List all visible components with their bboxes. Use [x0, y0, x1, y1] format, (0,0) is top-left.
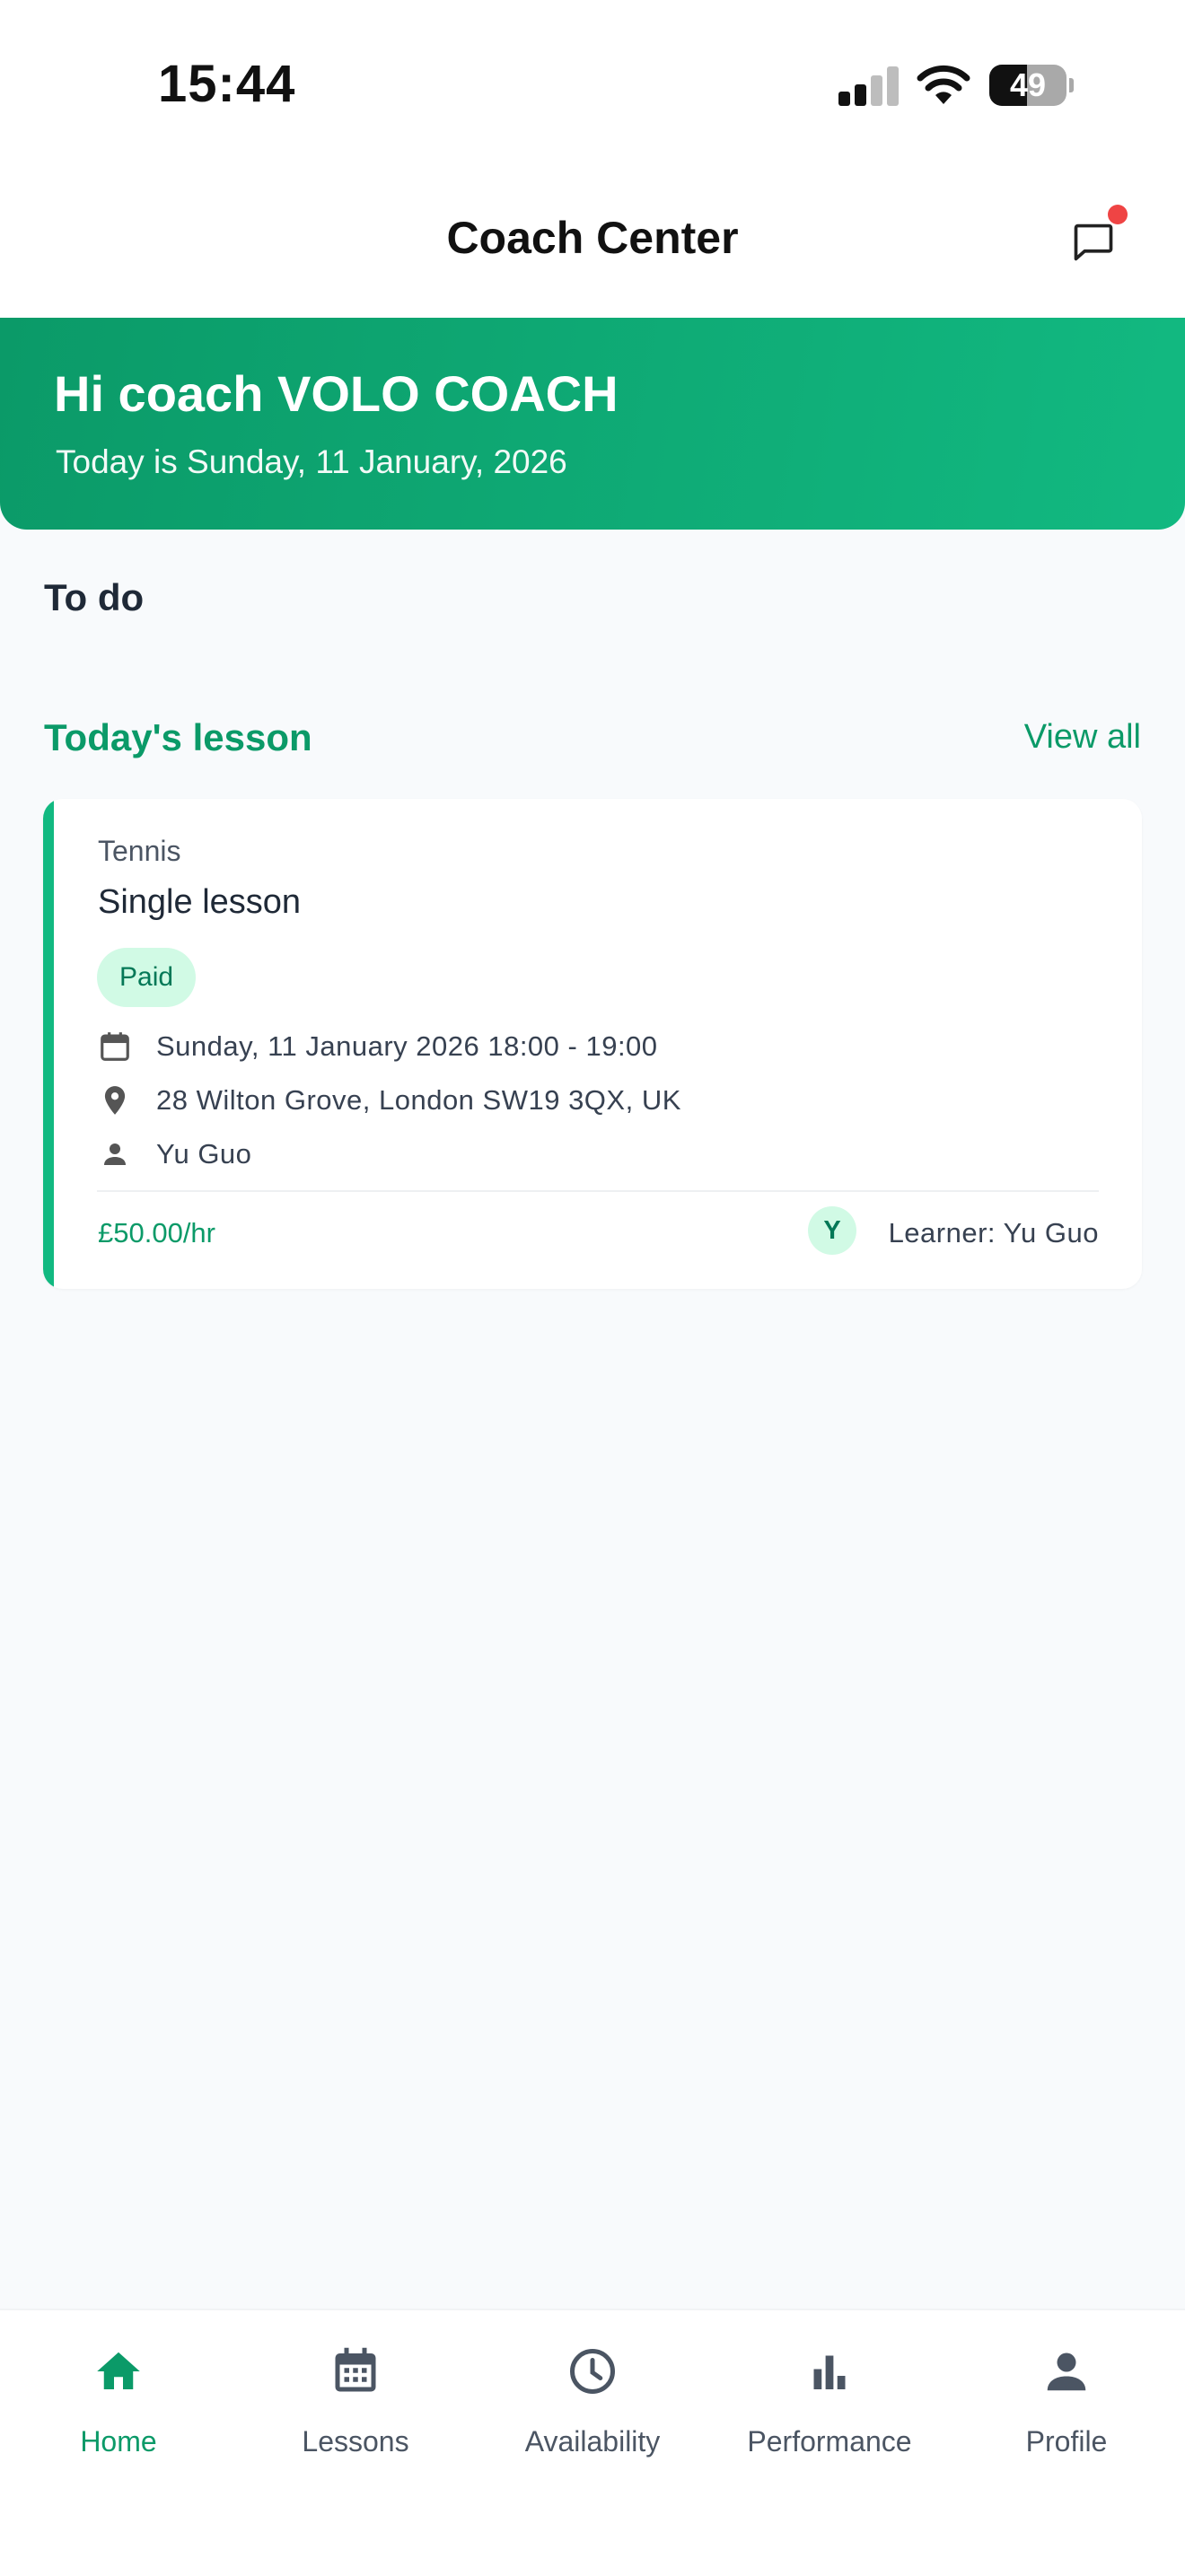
home-icon — [97, 2352, 140, 2389]
messages-button[interactable] — [1059, 201, 1131, 273]
bar-chart-icon — [813, 2355, 846, 2389]
nav-label-home: Home — [80, 2425, 157, 2458]
greeting-title: Hi coach VOLO COACH — [54, 365, 619, 422]
calendar-icon — [335, 2347, 376, 2392]
view-all-link[interactable]: View all — [1024, 718, 1141, 757]
bottom-nav: Home Lessons Availability Performance Pr… — [0, 2309, 1185, 2576]
chat-bubble-icon — [1074, 223, 1113, 261]
card-accent-bar — [43, 799, 54, 1289]
status-badge: Paid — [97, 948, 197, 1007]
status-time: 15:44 — [158, 55, 296, 113]
status-bar: 15:44 49 — [0, 0, 1185, 171]
nav-item-home[interactable]: Home — [0, 2310, 237, 2481]
battery-icon: 49 — [989, 65, 1074, 106]
lesson-location-row: 28 Wilton Grove, London SW19 3QX, UK — [97, 1081, 681, 1120]
nav-item-performance[interactable]: Performance — [711, 2310, 948, 2481]
lesson-datetime: Sunday, 11 January 2026 18:00 - 19:00 — [156, 1030, 658, 1062]
nav-label-performance: Performance — [747, 2425, 912, 2458]
calendar-icon — [97, 1029, 133, 1065]
lesson-type: Single lesson — [98, 883, 302, 921]
lesson-sport: Tennis — [98, 835, 181, 867]
battery-level: 49 — [1009, 66, 1047, 103]
nav-label-availability: Availability — [524, 2425, 661, 2458]
greeting-date: Today is Sunday, 11 January, 2026 — [56, 443, 567, 480]
wifi-icon — [917, 65, 970, 104]
lesson-person-row: Yu Guo — [97, 1135, 251, 1174]
location-pin-icon — [97, 1082, 133, 1118]
nav-label-lessons: Lessons — [302, 2425, 409, 2458]
nav-item-availability[interactable]: Availability — [474, 2310, 711, 2481]
avatar: Y — [808, 1206, 856, 1255]
card-divider — [97, 1190, 1099, 1192]
learner-name: Learner: Yu Guo — [888, 1217, 1099, 1249]
lesson-location: 28 Wilton Grove, London SW19 3QX, UK — [156, 1084, 681, 1116]
lesson-datetime-row: Sunday, 11 January 2026 18:00 - 19:00 — [97, 1027, 658, 1066]
lesson-person: Yu Guo — [156, 1138, 252, 1170]
todays-lesson-title: Today's lesson — [44, 716, 312, 758]
nav-label-profile: Profile — [1025, 2425, 1108, 2458]
lesson-card[interactable]: Tennis Single lesson Paid Sunday, 11 Jan… — [43, 799, 1142, 1289]
person-icon — [97, 1136, 133, 1172]
cellular-signal-icon — [838, 65, 900, 106]
nav-item-profile[interactable]: Profile — [948, 2310, 1185, 2481]
clock-icon — [570, 2349, 615, 2394]
nav-item-lessons[interactable]: Lessons — [237, 2310, 474, 2481]
notification-dot — [1108, 205, 1128, 224]
person-icon — [1047, 2353, 1086, 2391]
app-header: Coach Center — [0, 171, 1185, 318]
todo-section-title: To do — [44, 576, 145, 618]
lesson-price: £50.00/hr — [98, 1217, 215, 1249]
greeting-banner: Hi coach VOLO COACH Today is Sunday, 11 … — [0, 318, 1185, 530]
page-title: Coach Center — [446, 213, 739, 263]
